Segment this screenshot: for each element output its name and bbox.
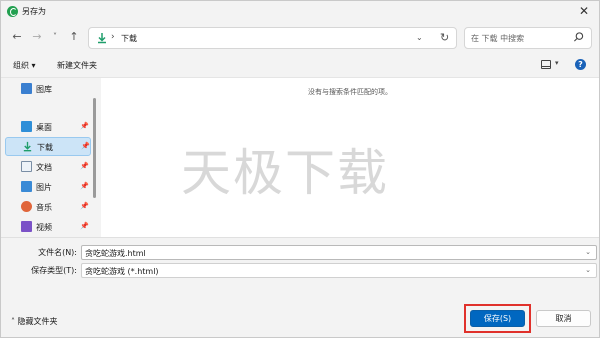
new-folder-button[interactable]: 新建文件夹 [57,60,97,71]
file-type-label: 保存类型(T): [31,266,77,275]
navigation-pane: 图库 桌面 📌 下载 📌 文档 📌 图片 📌 音乐 📌 视频 📌 [1,78,101,237]
view-options-icon[interactable] [541,60,551,69]
desktop-icon [21,121,32,132]
main-area: 图库 桌面 📌 下载 📌 文档 📌 图片 📌 音乐 📌 视频 📌 没有与搜索条件… [1,78,599,237]
cancel-button[interactable]: 取消 [536,310,591,327]
save-fields: 文件名(N): 贪吃蛇游戏.html ⌄ 保存类型(T): 贪吃蛇游戏 (*.h… [1,237,599,282]
sidebar-item-label: 图库 [36,85,52,94]
sidebar-item-videos[interactable]: 视频 📌 [5,218,91,237]
sidebar-scrollbar[interactable] [93,98,96,198]
command-bar: 组织 ▾ 新建文件夹 ▾ ? [1,54,599,78]
dialog-footer: ˄ 隐藏文件夹 保存(S) 取消 [1,283,599,338]
sidebar-item-documents[interactable]: 文档 📌 [5,158,91,177]
filename-field[interactable]: 贪吃蛇游戏.html ⌄ [81,245,597,260]
sidebar-item-label: 视频 [36,223,52,232]
pin-icon: 📌 [80,182,89,190]
app-icon [7,6,18,17]
filename-value: 贪吃蛇游戏.html [85,249,146,258]
file-type-select[interactable]: 贪吃蛇游戏 (*.html) ⌄ [81,263,597,278]
save-as-dialog: 另存为 ✕ ← → ˅ ↑ › 下载 ⌄ ↻ 在 下载 中搜索 组织 ▾ 新建文… [0,0,600,338]
pictures-icon [21,181,32,192]
pin-icon: 📌 [80,222,89,230]
sidebar-item-label: 图片 [36,183,52,192]
back-button[interactable]: ← [10,30,24,44]
sidebar-item-label: 桌面 [36,123,52,132]
pin-icon: 📌 [80,162,89,170]
forward-button[interactable]: → [30,30,44,44]
file-type-value: 贪吃蛇游戏 (*.html) [85,267,159,276]
organize-menu[interactable]: 组织 ▾ [13,60,36,71]
up-button[interactable]: ↑ [67,30,81,44]
music-icon [21,201,32,212]
sidebar-item-label: 下载 [37,143,53,152]
document-icon [21,161,32,172]
chevron-up-icon: ˄ [11,317,15,326]
gallery-icon [21,83,32,94]
pin-icon: 📌 [81,142,90,150]
recent-locations-button[interactable]: ˅ [48,30,62,44]
navigation-bar: ← → ˅ ↑ › 下载 ⌄ ↻ 在 下载 中搜索 [1,23,599,53]
chevron-down-icon[interactable]: ⌄ [585,248,591,256]
sidebar-item-desktop[interactable]: 桌面 📌 [5,118,91,137]
watermark: 天极下载 [181,144,389,202]
sidebar-item-label: 音乐 [36,203,52,212]
sidebar-item-pictures[interactable]: 图片 📌 [5,178,91,197]
search-icon [573,32,584,42]
save-button[interactable]: 保存(S) [470,310,525,327]
download-icon [23,141,32,152]
window-title: 另存为 [22,7,46,16]
hide-folders-label: 隐藏文件夹 [17,317,58,326]
hide-folders-toggle[interactable]: ˄ 隐藏文件夹 [11,316,58,327]
view-dropdown-icon[interactable]: ▾ [555,59,559,67]
refresh-icon[interactable]: ↻ [440,31,449,44]
address-bar[interactable]: › 下载 ⌄ ↻ [88,27,457,49]
pin-icon: 📌 [80,202,89,210]
chevron-down-icon[interactable]: ⌄ [585,266,591,274]
file-list[interactable]: 没有与搜索条件匹配的项。 天极下载 [101,78,599,237]
title-bar: 另存为 ✕ [1,1,599,23]
sidebar-item-label: 文档 [36,163,52,172]
download-icon [98,33,106,44]
close-button[interactable]: ✕ [577,4,591,18]
breadcrumb-downloads[interactable]: 下载 [121,33,137,44]
sidebar-item-gallery[interactable]: 图库 [5,80,91,99]
help-icon[interactable]: ? [575,59,586,70]
search-input[interactable]: 在 下载 中搜索 [464,27,592,49]
sidebar-item-downloads[interactable]: 下载 📌 [5,137,91,156]
path-separator: › [111,32,115,42]
filename-label: 文件名(N): [38,248,77,257]
pin-icon: 📌 [80,122,89,130]
search-placeholder: 在 下载 中搜索 [471,34,525,43]
video-icon [21,221,32,232]
address-dropdown-icon[interactable]: ⌄ [416,33,423,42]
sidebar-item-music[interactable]: 音乐 📌 [5,198,91,217]
empty-message: 没有与搜索条件匹配的项。 [308,88,392,96]
